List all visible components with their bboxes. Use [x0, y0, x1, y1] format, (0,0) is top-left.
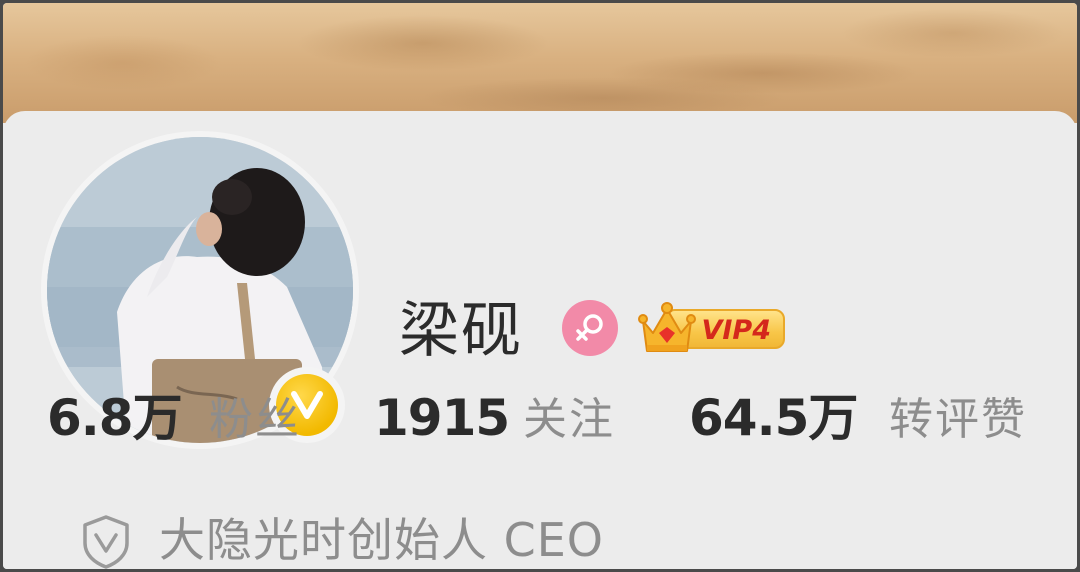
- interactions-count[interactable]: 64.5万: [689, 383, 858, 453]
- profile-name: 梁砚: [399, 296, 523, 366]
- stats-row: 6.8万 粉丝 1915 关注 64.5万 转评赞: [3, 383, 1077, 453]
- profile-screen: 梁砚 VIP4 6.8万 粉丝 1915 关注 64.5万 转评赞 大隐光时创始…: [3, 3, 1077, 569]
- shield-icon: [83, 515, 129, 569]
- interactions-label[interactable]: 转评赞: [889, 385, 1027, 455]
- vip-badge[interactable]: VIP4: [635, 299, 787, 359]
- verification-text: 大隐光时创始人 CEO: [159, 513, 605, 567]
- fans-label[interactable]: 粉丝: [209, 385, 301, 455]
- crown-icon: [638, 302, 696, 352]
- fans-count[interactable]: 6.8万: [47, 383, 183, 453]
- following-count[interactable]: 1915: [374, 383, 510, 453]
- cover-banner[interactable]: [3, 3, 1077, 123]
- female-icon: [562, 300, 618, 356]
- verification-row: 大隐光时创始人 CEO: [3, 505, 1077, 569]
- following-label[interactable]: 关注: [523, 385, 615, 455]
- profile-card: 梁砚 VIP4: [3, 111, 1077, 569]
